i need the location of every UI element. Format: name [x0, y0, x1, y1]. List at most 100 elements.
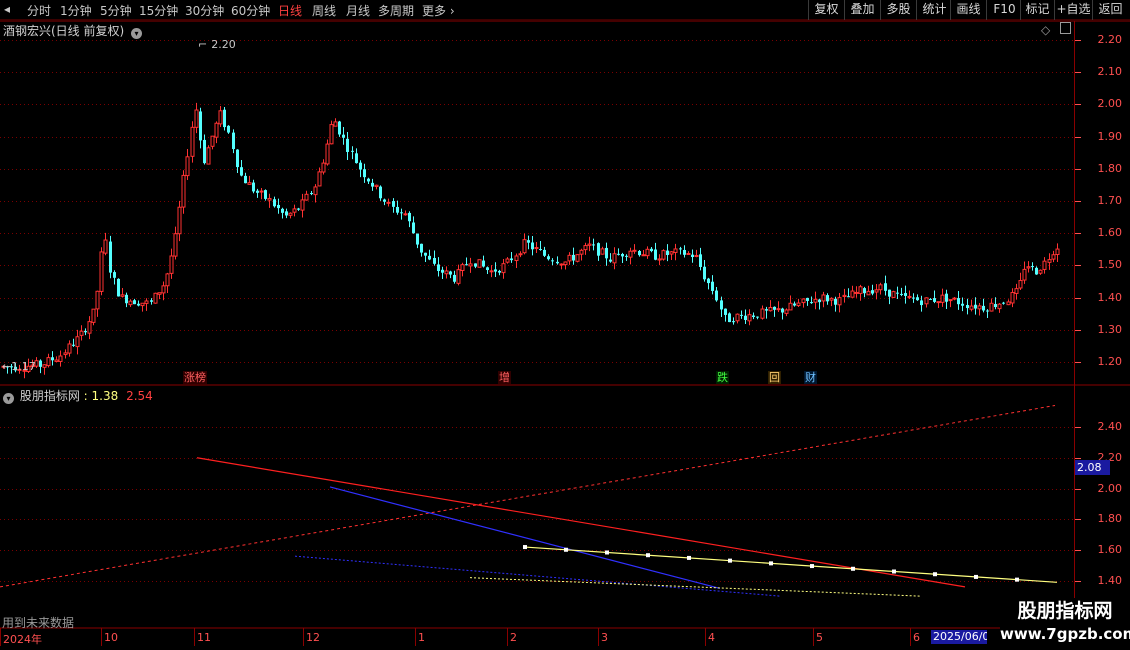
candle-body	[79, 330, 84, 336]
candle-body	[498, 270, 501, 273]
candle-body	[113, 272, 116, 278]
candle-body	[190, 126, 195, 157]
candle-body	[884, 283, 887, 291]
date-axis-label: 6	[913, 631, 920, 644]
event-marker[interactable]: 跌	[716, 371, 729, 384]
candle-body	[218, 110, 223, 125]
date-axis-label: 5	[816, 631, 823, 644]
candle-body	[273, 199, 276, 207]
indicator-panel-title: ▾ 股朋指标网 : 1.38 2.54	[3, 387, 153, 404]
high-price-label: ⌐ 2.20	[198, 38, 236, 51]
candle-body	[834, 298, 837, 305]
candle-body	[929, 298, 932, 300]
candle-body	[801, 298, 806, 304]
candle-body	[505, 258, 510, 263]
indicator-axis-label: 2.40	[1097, 420, 1123, 433]
event-marker[interactable]: 增	[498, 371, 511, 384]
candle-body	[494, 269, 497, 272]
rising-dashed-line	[0, 404, 1056, 588]
panel-layout-icon[interactable]	[1060, 22, 1071, 34]
candle-body	[456, 269, 461, 284]
candle-body	[609, 259, 612, 262]
candle-body	[46, 357, 51, 367]
candle-body	[788, 302, 793, 311]
candle-body	[793, 303, 796, 306]
candle-body	[673, 248, 678, 254]
candle-body	[543, 249, 546, 256]
candle-body	[227, 125, 230, 133]
blue-line	[329, 486, 721, 590]
candle-body	[510, 258, 513, 261]
chevron-down-icon[interactable]: ▾	[131, 28, 143, 39]
candle-body	[300, 199, 305, 211]
candle-body	[829, 297, 834, 301]
price-axis-label: 1.40	[1097, 290, 1123, 304]
candle-body	[621, 254, 624, 257]
candle-body	[645, 248, 650, 257]
chevron-down-icon[interactable]: ▾	[3, 393, 14, 404]
candle-body	[416, 233, 419, 245]
candle-body	[638, 250, 641, 256]
candle-body	[547, 256, 550, 260]
indicator-axis-label: 1.60	[1097, 543, 1123, 556]
watermark: 股朋指标网 www.7gpzb.com	[1000, 598, 1130, 650]
candle-body	[556, 261, 559, 264]
candle-body	[821, 294, 826, 302]
candle-body	[247, 182, 252, 185]
candle-body	[997, 303, 1002, 310]
candle-body	[383, 199, 386, 202]
candle-body	[896, 292, 899, 294]
candle-body	[904, 293, 907, 296]
diamond-icon[interactable]: ◇	[1041, 23, 1050, 37]
candle-body	[277, 204, 280, 209]
price-axis-label: 1.70	[1097, 194, 1123, 207]
candle-body	[768, 307, 773, 312]
candle-body	[420, 243, 423, 253]
candle-body	[150, 300, 153, 302]
current-value-box: 2.08	[1075, 460, 1110, 475]
candle-body	[683, 249, 686, 255]
candle-body	[386, 201, 391, 204]
candle-body	[412, 222, 415, 234]
candle-body	[75, 336, 80, 348]
event-marker[interactable]: 涨榜	[183, 371, 207, 384]
candle-body	[400, 212, 403, 214]
candle-body	[679, 248, 682, 250]
candle-body	[600, 248, 605, 255]
candle-body	[157, 292, 162, 295]
candle-body	[72, 344, 75, 346]
chart-canvas[interactable]	[0, 0, 1130, 650]
candle-body	[874, 289, 879, 293]
event-marker[interactable]: 财	[804, 371, 817, 384]
future-data-hint: 用到未来数据	[2, 616, 75, 630]
indicator-axis-label: 1.80	[1097, 512, 1123, 526]
date-axis-label: 1	[418, 631, 425, 644]
candle-body	[796, 302, 801, 307]
price-axis-label: 1.80	[1097, 161, 1123, 175]
candle-body	[460, 264, 465, 272]
event-marker[interactable]: 回	[768, 371, 781, 384]
price-axis-label: 2.10	[1097, 65, 1123, 79]
candle-body	[974, 304, 977, 309]
candle-body	[597, 243, 600, 256]
price-axis-label: 1.60	[1097, 226, 1123, 240]
candle-body	[256, 190, 259, 193]
candle-body	[605, 247, 608, 259]
candle-body	[617, 253, 620, 255]
candle-body	[945, 293, 948, 302]
candle-body	[206, 147, 211, 165]
trend-marker	[769, 561, 773, 566]
candle-body	[244, 175, 247, 184]
price-axis-label: 1.20	[1097, 355, 1123, 368]
candle-body	[854, 291, 859, 294]
candle-body	[989, 302, 994, 312]
candle-body	[313, 186, 318, 196]
candle-body	[858, 286, 863, 294]
candle-body	[474, 263, 477, 267]
candle-body	[752, 315, 755, 318]
candle-body	[374, 184, 379, 188]
candle-body	[888, 289, 891, 297]
candle-body	[891, 291, 896, 298]
candle-body	[363, 169, 366, 178]
candle-body	[292, 208, 297, 213]
